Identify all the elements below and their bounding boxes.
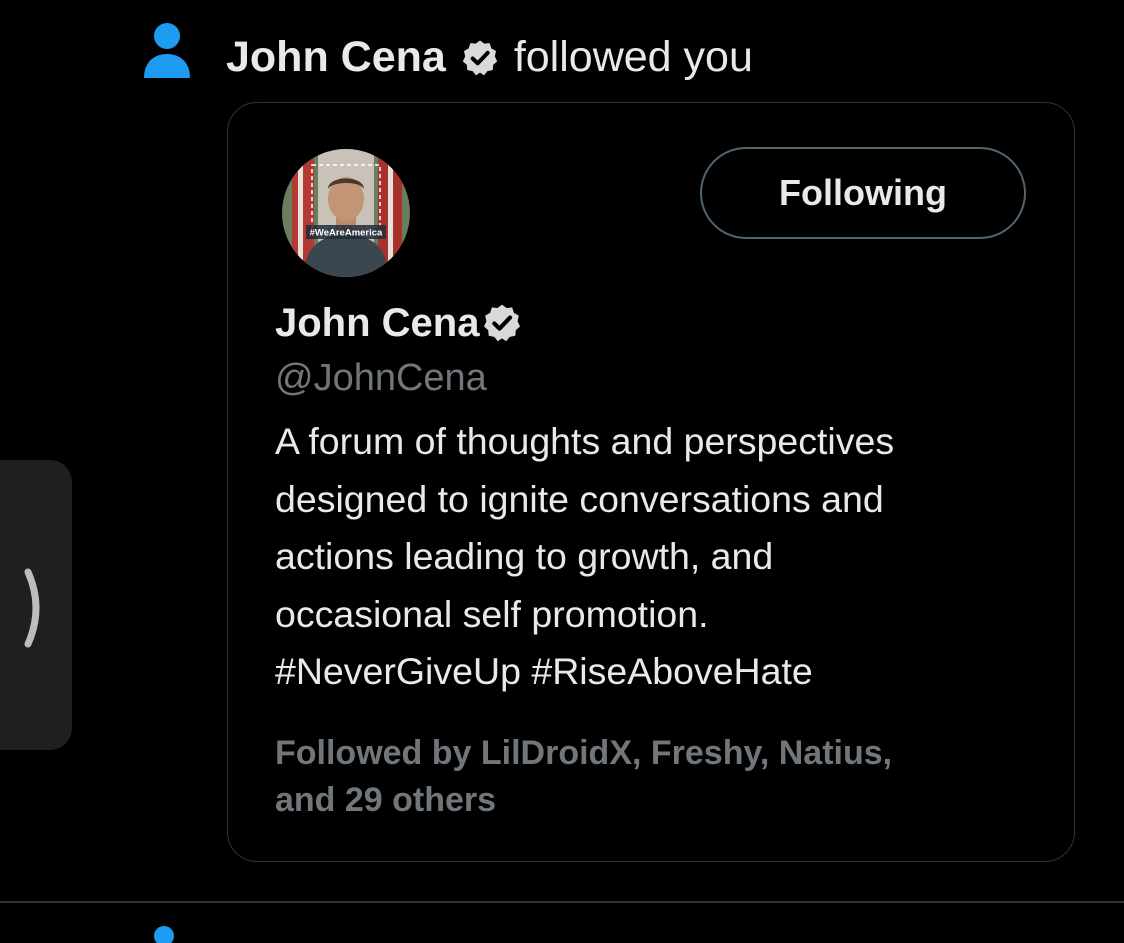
bio-line: designed to ignite conversations and bbox=[275, 477, 884, 520]
profile-bio: A forum of thoughts and perspectives des… bbox=[275, 413, 894, 701]
chevron-right-icon[interactable] bbox=[22, 566, 52, 650]
card-name-row: John Cena bbox=[275, 295, 523, 351]
notification-action: followed you bbox=[513, 33, 753, 81]
bio-line: actions leading to growth, and bbox=[275, 535, 774, 577]
profile-handle[interactable]: @JohnCena bbox=[275, 351, 487, 405]
verified-badge-icon bbox=[462, 40, 497, 76]
notification-text: John Cena followed you bbox=[226, 28, 753, 86]
notification-user-name[interactable]: John Cena bbox=[226, 28, 446, 86]
person-icon bbox=[144, 23, 190, 78]
divider bbox=[0, 901, 1124, 903]
person-icon bbox=[154, 926, 174, 943]
notifications-page: John Cena followed you #WeAreAmerica Fol… bbox=[0, 0, 1124, 943]
profile-card[interactable]: #WeAreAmerica Following John Cena @JohnC… bbox=[227, 102, 1075, 862]
avatar-overlay-text: #WeAreAmerica bbox=[310, 228, 383, 239]
bio-line: A forum of thoughts and perspectives bbox=[275, 420, 895, 462]
profile-avatar[interactable]: #WeAreAmerica bbox=[282, 149, 410, 277]
bio-hashtags[interactable]: #NeverGiveUp #RiseAboveHate bbox=[275, 643, 894, 701]
profile-name[interactable]: John Cena bbox=[275, 295, 479, 351]
followed-by-text[interactable]: Followed by LilDroidX, Freshy, Natius, a… bbox=[275, 730, 892, 824]
followed-by-line: and 29 others bbox=[275, 781, 497, 819]
followed-by-line: Followed by LilDroidX, Freshy, Natius, bbox=[275, 734, 893, 772]
bio-line: occasional self promotion. bbox=[275, 592, 709, 635]
following-button[interactable]: Following bbox=[700, 147, 1026, 239]
verified-badge-icon bbox=[484, 304, 521, 342]
avatar-image: #WeAreAmerica bbox=[282, 149, 410, 277]
